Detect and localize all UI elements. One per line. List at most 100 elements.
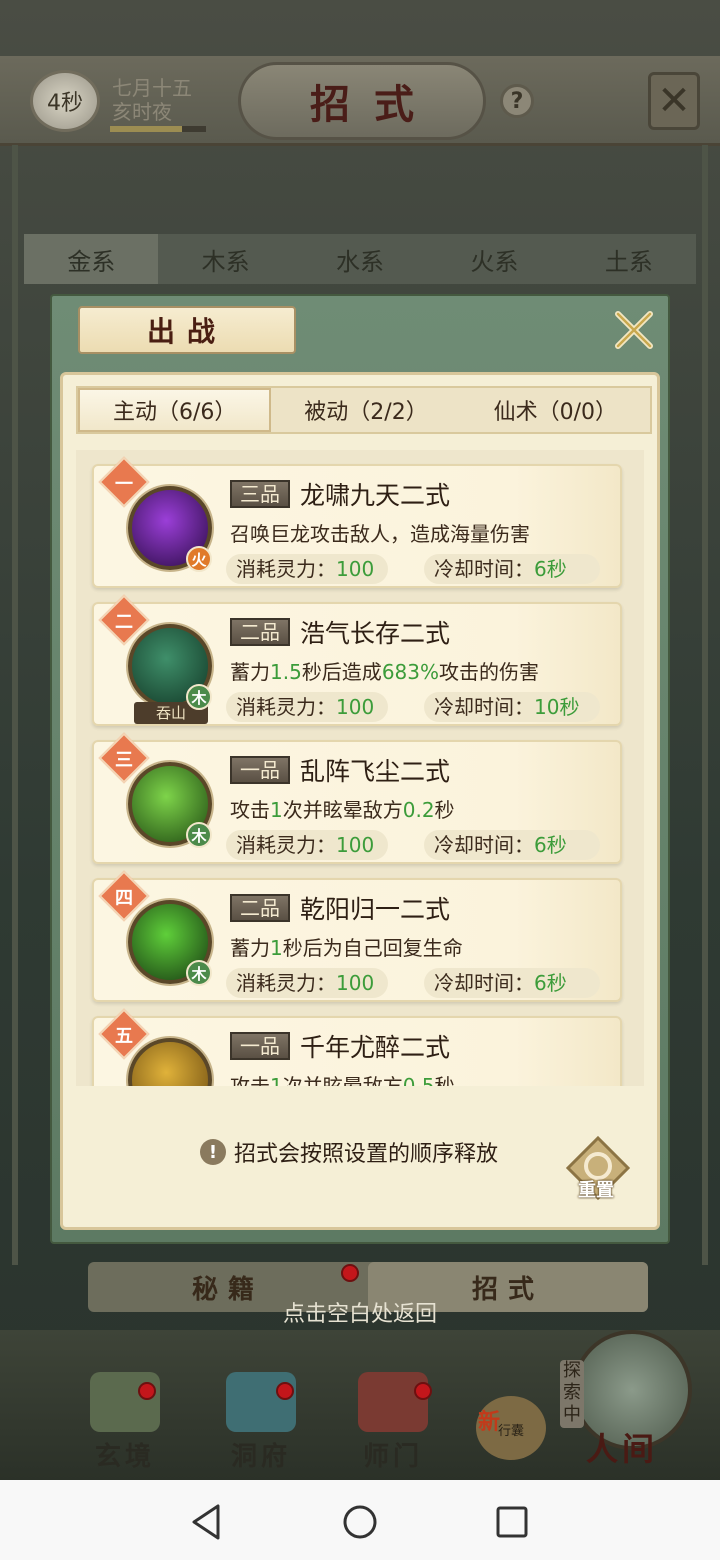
- mana-cost: 消耗灵力：100: [226, 968, 388, 998]
- description-value: 1: [270, 1074, 283, 1086]
- description-text: 秒: [434, 1074, 455, 1086]
- cost-value: 100: [336, 833, 375, 857]
- tab-fire[interactable]: 火系: [427, 234, 561, 284]
- skill-name: 龙啸九天二式: [300, 481, 451, 510]
- day-progress-bar: [110, 126, 206, 132]
- description-text: 召唤巨龙攻击敌人，造成海量伤害: [230, 522, 530, 546]
- description-text: 秒后造成: [301, 660, 382, 684]
- rank-number: 三: [115, 750, 133, 771]
- nav-dongfu[interactable]: 洞府: [206, 1372, 316, 1472]
- cost-value: 100: [336, 695, 375, 719]
- description-text: 次并眩晕敌方: [282, 1074, 403, 1086]
- skill-grade: 二品: [230, 894, 290, 922]
- nav-label: 洞府: [230, 1442, 291, 1472]
- cooldown-value: 6秒: [534, 833, 567, 857]
- nav-label: 玄境: [94, 1442, 155, 1472]
- notification-dot: [341, 1264, 359, 1282]
- skill-card[interactable]: 一火 三品 龙啸九天二式 召唤巨龙攻击敌人，造成海量伤害 消耗灵力：100 冷却时间：6秒: [92, 456, 622, 588]
- order-note-text: 招式会按照设置的顺序释放: [234, 1142, 499, 1167]
- description-text: 蓄力: [230, 660, 270, 684]
- tab-metal[interactable]: 金系: [24, 234, 159, 284]
- skill-list[interactable]: 一火三品 龙啸九天二式 召唤巨龙攻击敌人，造成海量伤害 消耗灵力：100 冷却时间：6秒…: [76, 450, 644, 1086]
- mana-cost: 消耗灵力：100: [226, 554, 388, 584]
- rank-number: 一: [115, 474, 133, 495]
- cost-label: 消耗灵力：: [236, 971, 336, 995]
- home-icon[interactable]: [338, 1500, 382, 1544]
- tab-wood[interactable]: 木系: [158, 234, 292, 284]
- skill-name: 乾阳归一二式: [300, 895, 451, 924]
- cooldown-label: 冷却时间：: [434, 833, 534, 857]
- back-icon[interactable]: [186, 1500, 230, 1544]
- element-badge: 火: [186, 546, 212, 572]
- description-value: 1: [270, 798, 283, 822]
- skill-name: 千年尤醉二式: [300, 1033, 451, 1062]
- tab-passive-skills[interactable]: 被动（2/2）: [271, 388, 460, 432]
- dongfu-icon: [226, 1372, 296, 1432]
- countdown-timer: 4秒: [30, 70, 100, 132]
- skill-card[interactable]: 五一品千年尤醉二式攻击1次并眩晕敌方0.5秒消耗灵力：100冷却时间：6秒: [92, 1008, 622, 1086]
- element-badge: 木: [186, 822, 212, 848]
- cooldown: 冷却时间：6秒: [424, 968, 600, 998]
- tab-water[interactable]: 水系: [293, 234, 427, 284]
- description-text: 秒后为自己回复生命: [282, 936, 463, 960]
- tab-earth[interactable]: 土系: [562, 234, 696, 284]
- description-value: 683%: [381, 660, 439, 684]
- cost-value: 100: [336, 971, 375, 995]
- description-value: 0.2: [402, 798, 435, 822]
- skill-description: 召唤巨龙攻击敌人，造成海量伤害: [230, 518, 530, 547]
- rank-number: 二: [115, 612, 133, 633]
- description-text: 攻击: [230, 1074, 270, 1086]
- nav-shimen[interactable]: 师门: [338, 1372, 448, 1472]
- nav-label: 师门: [362, 1442, 423, 1472]
- description-value: 1: [270, 936, 283, 960]
- skill-name: 浩气长存二式: [300, 619, 451, 648]
- notification-dot: [138, 1382, 156, 1400]
- recents-icon[interactable]: [490, 1500, 534, 1544]
- cooldown-value: 6秒: [534, 557, 567, 581]
- skill-description: 攻击1次并眩晕敌方0.5秒: [230, 1070, 455, 1086]
- description-value: 1.5: [270, 660, 302, 684]
- cooldown: 冷却时间：6秒: [424, 830, 600, 860]
- close-icon[interactable]: [612, 308, 656, 352]
- tab-immortal-arts[interactable]: 仙术（0/0）: [461, 388, 650, 432]
- tab-active-skills[interactable]: 主动（6/6）: [78, 388, 272, 432]
- page-title: 招式: [238, 62, 486, 140]
- mana-cost: 消耗灵力：100: [226, 830, 388, 860]
- xuanjing-icon: [90, 1372, 160, 1432]
- cooldown-value: 6秒: [534, 971, 567, 995]
- close-page-button[interactable]: ✕: [648, 72, 700, 130]
- rank-number: 五: [115, 1026, 133, 1047]
- skill-card[interactable]: 三木 一品 乱阵飞尘二式 攻击1次并眩晕敌方0.2秒 消耗灵力：100 冷却时间：6秒: [92, 732, 622, 864]
- description-text: 攻击: [230, 798, 270, 822]
- description-text: 蓄力: [230, 936, 270, 960]
- cooldown-label: 冷却时间：: [434, 695, 534, 719]
- human-world-label: 人间: [586, 1430, 659, 1468]
- nav-xuanjing[interactable]: 玄境: [70, 1372, 180, 1472]
- description-text: 攻击的伤害: [439, 660, 539, 684]
- element-tabs: 金系 木系 水系 火系 土系: [24, 234, 696, 284]
- game-time: 亥时夜: [112, 100, 172, 124]
- help-icon[interactable]: ?: [500, 84, 534, 118]
- bag-new-badge: 新: [478, 1409, 501, 1435]
- bag-label: 行囊: [498, 1424, 525, 1439]
- cooldown: 冷却时间：10秒: [424, 692, 600, 722]
- notification-dot: [414, 1382, 432, 1400]
- notification-dot: [276, 1382, 294, 1400]
- cost-value: 100: [336, 557, 375, 581]
- description-value: 0.5: [402, 1074, 435, 1086]
- rank-number: 四: [115, 888, 133, 909]
- skill-card[interactable]: 二吞山木二品 浩气长存二式 蓄力1.5秒后造成683%攻击的伤害 消耗灵力：100 冷却…: [92, 594, 622, 726]
- skill-grade: 一品: [230, 1032, 290, 1060]
- tap-to-return-hint[interactable]: 点击空白处返回: [0, 1296, 720, 1328]
- game-screen: 4秒 七月十五 亥时夜 招式 ? ✕ 金系 木系 水系 火系 土系 秘籍 招式 …: [0, 0, 720, 1480]
- skill-grade: 二品: [230, 618, 290, 646]
- cost-label: 消耗灵力：: [236, 833, 336, 857]
- order-note: ! 招式会按照设置的顺序释放: [200, 1136, 498, 1168]
- skill-description: 蓄力1秒后为自己回复生命: [230, 932, 463, 961]
- reset-button[interactable]: 重置: [568, 1176, 624, 1202]
- description-text: 秒: [434, 798, 455, 822]
- day-progress-fill: [110, 126, 182, 132]
- skill-card[interactable]: 四木 二品 乾阳归一二式 蓄力1秒后为自己回复生命 消耗灵力：100 冷却时间：6秒: [92, 870, 622, 1002]
- skill-name: 乱阵飞尘二式: [300, 757, 451, 786]
- cost-label: 消耗灵力：: [236, 695, 336, 719]
